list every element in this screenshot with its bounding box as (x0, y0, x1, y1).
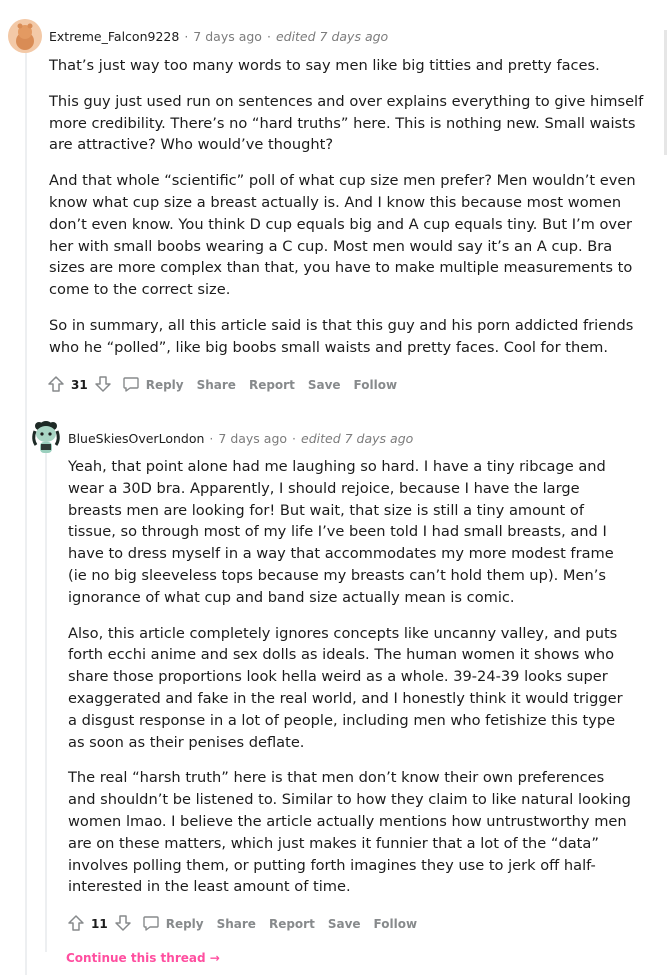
reply-label: Reply (145, 378, 184, 392)
user-avatar-icon (8, 19, 42, 53)
comment-edited: edited 7 days ago (275, 28, 389, 44)
comment-body: Yeah, that point alone had me laughing s… (68, 456, 633, 898)
comment-paragraph: This guy just used run on sentences and … (49, 92, 644, 154)
comment-actions: 11 Reply Share Report Save Follow (67, 910, 417, 938)
share-button[interactable]: Share (217, 917, 256, 931)
avatar[interactable] (8, 19, 42, 53)
comment: Extreme_Falcon9228 · 7 days ago · edited… (49, 19, 649, 373)
reply-button[interactable]: Reply (122, 375, 184, 396)
upvote-icon[interactable] (47, 375, 65, 396)
comment-bubble-icon (142, 914, 160, 935)
downvote-icon[interactable] (114, 914, 132, 935)
downvote-icon[interactable] (94, 375, 112, 396)
snoo-avatar-icon (32, 421, 60, 453)
comment-header: BlueSkiesOverLondon · 7 days ago · edite… (68, 421, 633, 455)
comment-author[interactable]: Extreme_Falcon9228 (49, 29, 179, 44)
comment-paragraph: Yeah, that point alone had me laughing s… (68, 458, 614, 606)
share-button[interactable]: Share (197, 378, 236, 392)
avatar[interactable] (28, 419, 62, 453)
separator-dot: · (209, 430, 214, 446)
separator-dot: · (266, 28, 271, 44)
vote-score: 11 (91, 917, 108, 931)
separator-dot: · (292, 430, 297, 446)
save-button[interactable]: Save (308, 378, 341, 392)
comment: BlueSkiesOverLondon · 7 days ago · edite… (68, 421, 633, 912)
comment-body: That’s just way too many words to say me… (49, 55, 649, 359)
comment-edited: edited 7 days ago (301, 430, 414, 446)
separator-dot: · (184, 28, 189, 44)
thread-line-nested[interactable] (45, 452, 47, 952)
report-button[interactable]: Report (249, 378, 295, 392)
comment-time[interactable]: 7 days ago (218, 431, 287, 446)
thread-line[interactable] (25, 52, 27, 975)
comment-paragraph: Also, this article completely ignores co… (68, 624, 623, 751)
upvote-icon[interactable] (67, 914, 85, 935)
comment-author[interactable]: BlueSkiesOverLondon (68, 431, 204, 446)
comment-paragraph: So in summary, all this article said is … (49, 316, 634, 356)
comment-bubble-icon (122, 375, 140, 396)
comment-time[interactable]: 7 days ago (193, 29, 262, 44)
report-button[interactable]: Report (269, 917, 315, 931)
comment-paragraph: That’s just way too many words to say me… (49, 57, 600, 74)
continue-thread-link[interactable]: Continue this thread → (66, 951, 220, 965)
vote-score: 31 (71, 378, 88, 392)
comment-paragraph: The real “harsh truth” here is that men … (68, 769, 631, 896)
reply-button[interactable]: Reply (142, 914, 204, 935)
save-button[interactable]: Save (328, 917, 361, 931)
comment-paragraph: And that whole “scientific” poll of what… (49, 172, 636, 299)
reply-label: Reply (165, 917, 204, 931)
follow-button[interactable]: Follow (374, 917, 418, 931)
comment-header: Extreme_Falcon9228 · 7 days ago · edited… (49, 19, 649, 53)
comment-actions: 31 Reply Share Report Save Follow (47, 371, 397, 399)
follow-button[interactable]: Follow (354, 378, 398, 392)
